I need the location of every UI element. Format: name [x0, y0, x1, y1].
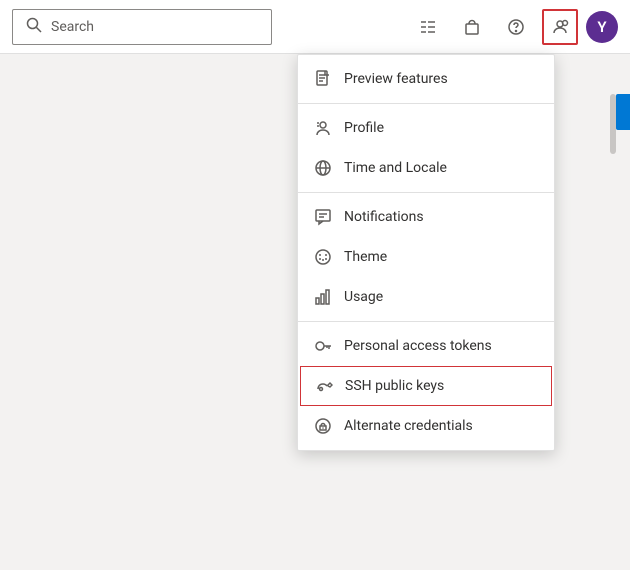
palette-icon — [314, 248, 332, 266]
menu-item-personal-access-tokens[interactable]: Personal access tokens — [298, 326, 554, 366]
user-settings-icon-button[interactable] — [542, 9, 578, 45]
user-dropdown-menu: Preview features Profile — [297, 54, 555, 451]
divider-2 — [298, 192, 554, 193]
search-icon — [25, 16, 43, 38]
marketplace-icon-button[interactable] — [454, 9, 490, 45]
theme-label: Theme — [344, 249, 387, 265]
notifications-label: Notifications — [344, 209, 424, 225]
scrollbar[interactable] — [610, 94, 616, 154]
menu-item-usage[interactable]: Usage — [298, 277, 554, 317]
menu-item-notifications[interactable]: Notifications — [298, 197, 554, 237]
help-icon-button[interactable] — [498, 9, 534, 45]
blue-button-hint — [616, 94, 630, 130]
main-content: Preview features Profile — [0, 54, 630, 570]
ssh-icon — [315, 377, 333, 395]
menu-item-alternate-credentials[interactable]: Alternate credentials — [298, 406, 554, 446]
personal-access-tokens-label: Personal access tokens — [344, 338, 492, 354]
document-icon — [314, 70, 332, 88]
menu-item-profile[interactable]: Profile — [298, 108, 554, 148]
menu-item-time-locale[interactable]: Time and Locale — [298, 148, 554, 188]
lock-icon — [314, 417, 332, 435]
usage-label: Usage — [344, 289, 383, 305]
profile-label: Profile — [344, 120, 384, 136]
search-box[interactable]: Search — [12, 9, 272, 45]
menu-item-preview-features[interactable]: Preview features — [298, 59, 554, 99]
menu-item-theme[interactable]: Theme — [298, 237, 554, 277]
chart-icon — [314, 288, 332, 306]
divider-1 — [298, 103, 554, 104]
profile-icon — [314, 119, 332, 137]
topbar: Search — [0, 0, 630, 54]
menu-item-ssh-public-keys[interactable]: SSH public keys — [300, 366, 552, 406]
search-placeholder: Search — [51, 19, 94, 35]
time-locale-label: Time and Locale — [344, 160, 447, 176]
user-avatar[interactable]: Y — [586, 11, 618, 43]
preview-features-label: Preview features — [344, 71, 448, 87]
key-icon — [314, 337, 332, 355]
chat-icon — [314, 208, 332, 226]
globe-icon — [314, 159, 332, 177]
alternate-credentials-label: Alternate credentials — [344, 418, 473, 434]
task-list-icon-button[interactable] — [410, 9, 446, 45]
ssh-public-keys-label: SSH public keys — [345, 378, 444, 394]
divider-3 — [298, 321, 554, 322]
